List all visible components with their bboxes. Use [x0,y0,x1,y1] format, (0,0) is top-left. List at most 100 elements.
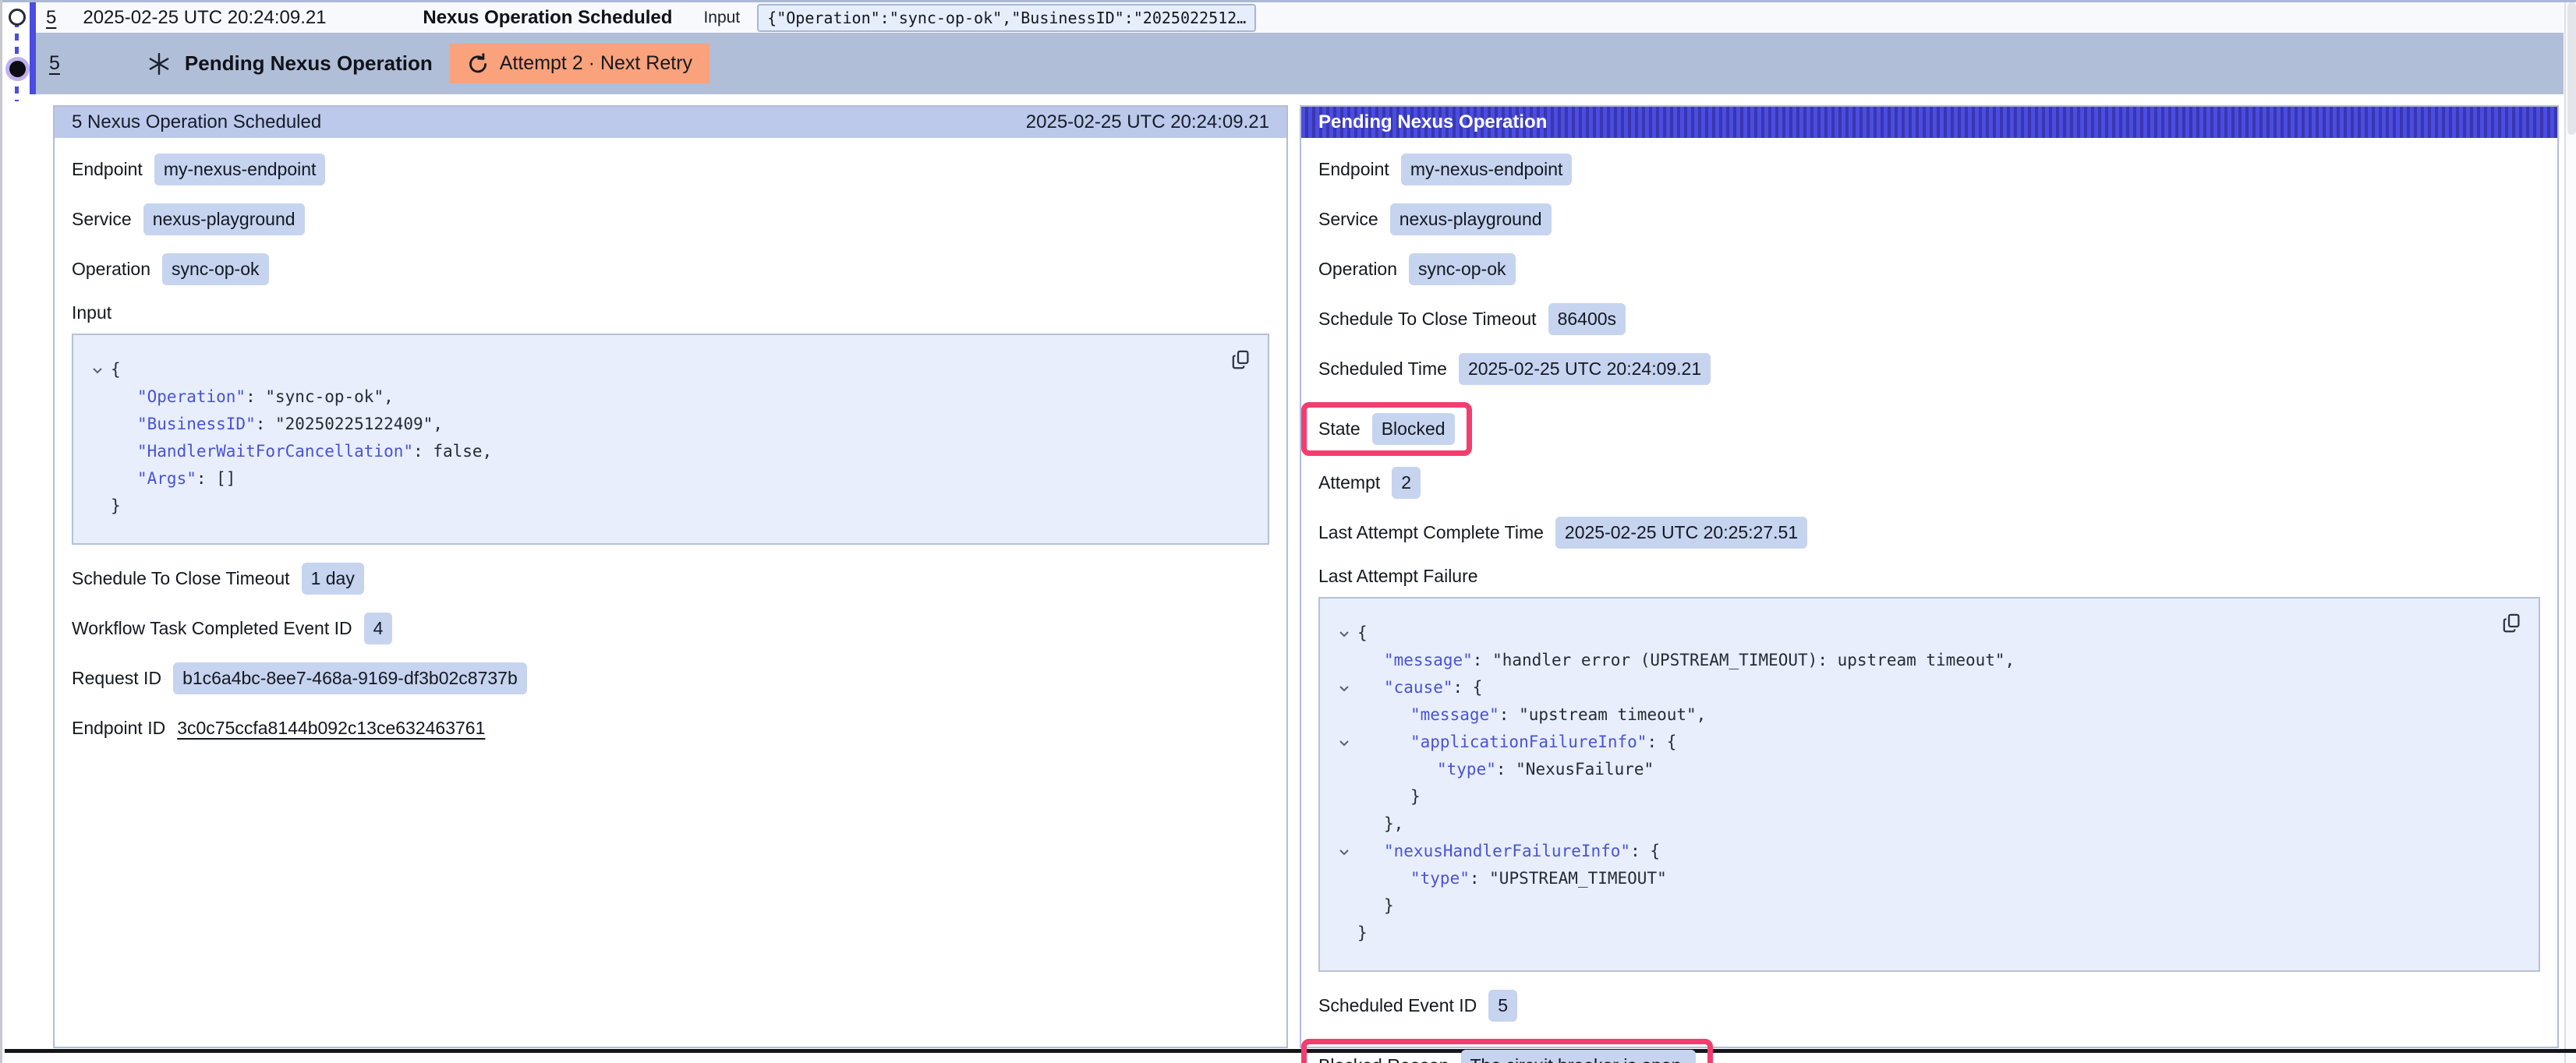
code-line: { [1331,620,2518,647]
code-gutter [1331,920,1357,947]
panel-timestamp: 2025-02-25 UTC 20:24:09.21 [1026,111,1269,133]
field-value-badge: nexus-playground [1390,203,1552,235]
pending-fields-top: Endpointmy-nexus-endpointServicenexus-pl… [1318,153,2540,549]
code-gutter [1331,647,1357,674]
code-line: "Operation": "sync-op-ok", [84,383,1247,411]
field-value-badge: 1 day [302,563,364,595]
field-label: Service [72,209,132,230]
copy-icon[interactable] [2502,613,2523,634]
pending-fields-bottom: Scheduled Event ID5Blocked ReasonThe cir… [1318,989,2540,1063]
failure-json-block: {"message": "handler error (UPSTREAM_TIM… [1318,597,2540,972]
field-label: Attempt [1318,472,1380,493]
workflow-history-view: 5 2025-02-25 UTC 20:24:09.21 Nexus Opera… [0,0,2576,1063]
field-value-badge: my-nexus-endpoint [1401,154,1573,185]
field-label: Schedule To Close Timeout [1318,309,1537,330]
panel-title: 5 Nexus Operation Scheduled [72,111,321,133]
json-key: "Operation" [137,387,246,406]
json-key: "cause" [1384,678,1453,697]
field-value-badge: 2 [1392,467,1421,499]
json-key: "type" [1437,760,1496,779]
json-punct: } [111,496,121,515]
collapse-chevron-icon[interactable] [1331,620,1357,647]
field-value-badge: b1c6a4bc-8ee7-468a-9169-df3b02c8737b [173,662,527,694]
event-title: Nexus Operation Scheduled [423,7,672,29]
json-punct: } [1410,787,1421,806]
json-value: false [433,442,482,461]
code-line: } [1331,920,2518,947]
json-punct: : { [1453,678,1483,697]
field-value-badge: my-nexus-endpoint [154,154,326,185]
field-row: Scheduled Time 2025-02-25 UTC 20:24:09.21 [1318,352,2540,386]
json-punct: } [1357,924,1368,942]
field-row: Operationsync-op-ok [72,253,1269,286]
field-row: Schedule To Close Timeout86400s [1318,302,2540,336]
code-line: } [84,493,1247,520]
field-row: Attempt 2 [1318,466,2540,500]
field-value-badge: The circuit breaker is open. [1461,1050,1696,1063]
scheduled-detail-panel: 5 Nexus Operation Scheduled 2025-02-25 U… [53,105,1288,1048]
collapse-chevron-icon[interactable] [1331,729,1357,756]
code-line: }, [1331,810,2518,838]
json-punct: , [2005,651,2015,669]
code-line: "HandlerWaitForCancellation": false, [84,438,1247,465]
copy-icon[interactable] [1231,349,1252,370]
json-key: "HandlerWaitForCancellation" [137,442,413,461]
event-timestamp: 2025-02-25 UTC 20:24:09.21 [83,7,423,29]
json-punct: : [1496,760,1516,779]
code-gutter [1331,783,1357,810]
pending-panel-header: Pending Nexus Operation [1301,107,2557,138]
json-key: "Args" [137,469,196,488]
json-punct: , [483,442,493,461]
json-value: "sync-op-ok" [265,387,384,406]
field-value-badge: 2025-02-25 UTC 20:24:09.21 [1459,353,1711,385]
field-row: Operationsync-op-ok [1318,253,2540,286]
json-punct: : [1473,651,1492,669]
json-punct: : [256,415,275,433]
field-value-link[interactable]: 3c0c75ccfa8144b092c13ce632463761 [177,718,485,739]
json-punct: : [1470,869,1489,888]
field-label: State [1318,418,1361,440]
field-row: Service nexus-playground [72,203,1269,236]
pending-event-marker-icon [9,61,26,77]
input-label: Input [703,9,740,27]
scrollbar[interactable] [2564,2,2576,1063]
code-gutter [84,493,111,520]
field-label: Request ID [72,668,161,689]
code-line: "message": "upstream timeout", [1331,701,2518,729]
field-label: Endpoint ID [72,718,165,739]
json-punct: : { [1630,842,1660,860]
json-punct: : [196,469,216,488]
field-value-badge: 5 [1488,990,1517,1022]
field-row: Last Attempt Complete Time2025-02-25 UTC… [1318,516,2540,549]
json-value: [] [216,469,235,488]
scrollbar-thumb[interactable] [2567,2,2576,135]
json-value: "NexusFailure" [1516,760,1654,779]
json-value: "20250225122409" [275,415,433,433]
collapse-chevron-icon[interactable] [1331,838,1357,865]
field-label: Schedule To Close Timeout [72,568,290,589]
field-value-badge: 4 [364,613,393,645]
collapse-chevron-icon[interactable] [1331,674,1357,701]
scheduled-event-marker-icon [9,9,26,26]
pending-detail-panel: Pending Nexus Operation Endpointmy-nexus… [1300,105,2559,1048]
field-label: Service [1318,209,1378,230]
code-line: "type": "UPSTREAM_TIMEOUT" [1331,865,2518,892]
code-gutter [1331,810,1357,838]
window-left-border [0,0,2,1063]
field-row: Endpoint ID 3c0c75ccfa8144b092c13ce632463… [72,712,1269,745]
event-row-pending[interactable]: 5 Pending Nexus Operation Attempt 2 · Ne… [36,33,2564,94]
field-value-badge: nexus-playground [143,203,305,235]
event-id-link[interactable]: 5 [46,7,56,29]
field-label: Scheduled Event ID [1318,995,1477,1016]
json-punct: { [1357,623,1368,642]
json-punct: }, [1384,814,1403,833]
event-id-link[interactable]: 5 [49,52,60,75]
field-row: Endpointmy-nexus-endpoint [72,153,1269,186]
collapse-chevron-icon[interactable] [84,356,111,383]
field-label: Scheduled Time [1318,358,1447,380]
json-punct: , [433,415,443,433]
event-row-scheduled[interactable]: 5 2025-02-25 UTC 20:24:09.21 Nexus Opera… [36,2,2564,33]
code-line: "cause": { [1331,674,2518,701]
json-punct: : [413,442,433,461]
code-line: "nexusHandlerFailureInfo": { [1331,838,2518,865]
